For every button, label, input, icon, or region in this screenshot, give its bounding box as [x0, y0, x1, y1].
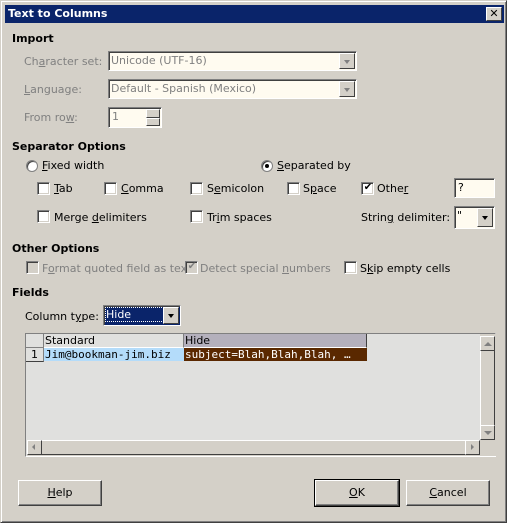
tab-checkbox[interactable]	[37, 182, 50, 195]
column-type-value: Hide	[104, 307, 173, 322]
vertical-scrollbar[interactable]	[480, 334, 496, 440]
other-delimiter-value: ?	[458, 181, 464, 194]
ok-button[interactable]: OK	[314, 479, 400, 507]
chevron-down-icon	[344, 88, 350, 92]
arrow-left-icon	[32, 444, 35, 450]
character-set-select[interactable]: Unicode (UTF-16)	[108, 51, 357, 71]
comma-label[interactable]: Comma	[121, 182, 164, 195]
from-row-label: From row:	[24, 111, 78, 124]
close-button[interactable]: ✕	[486, 7, 502, 21]
column-preview[interactable]: Standard Hide 1 Jim@bookman-jim.biz subj…	[25, 333, 496, 457]
language-dropdown-button[interactable]	[339, 81, 355, 97]
spin-up-button[interactable]	[146, 109, 160, 118]
row-number: 1	[26, 348, 44, 362]
other-label[interactable]: Other	[377, 182, 408, 195]
semicolon-checkbox[interactable]	[190, 182, 203, 195]
comma-checkbox[interactable]	[104, 182, 117, 195]
column-type-dropdown-button[interactable]	[163, 307, 179, 324]
space-checkbox[interactable]	[287, 182, 300, 195]
window-title: Text to Columns	[8, 7, 108, 20]
spin-down-button[interactable]	[146, 118, 160, 126]
from-row-value: 1	[112, 110, 119, 123]
language-select[interactable]: Default - Spanish (Mexico)	[108, 79, 357, 99]
scroll-right-button[interactable]	[465, 440, 480, 455]
skip-empty-cells-checkbox[interactable]	[344, 261, 357, 274]
from-row-spinner[interactable]: 1	[108, 107, 162, 128]
semicolon-label[interactable]: Semicolon	[207, 182, 264, 195]
text-to-columns-dialog: Text to Columns ✕ Import Character set: …	[0, 0, 507, 523]
scroll-left-button[interactable]	[27, 440, 42, 455]
horizontal-scrollbar[interactable]	[27, 440, 480, 456]
character-set-label: Character set:	[24, 55, 103, 68]
tab-label[interactable]: Tab	[54, 182, 73, 195]
separator-options-heading: Separator Options	[12, 140, 126, 153]
string-delimiter-label: String delimiter:	[361, 211, 451, 224]
chevron-down-icon	[344, 60, 350, 64]
space-label[interactable]: Space	[303, 182, 337, 195]
arrow-down-icon	[484, 431, 492, 435]
separated-by-radio[interactable]	[261, 160, 273, 172]
title-bar: Text to Columns ✕	[5, 5, 504, 23]
scroll-track-horizontal[interactable]	[42, 440, 465, 455]
language-value: Default - Spanish (Mexico)	[111, 82, 257, 95]
other-checkbox[interactable]: ✔	[361, 182, 374, 195]
fixed-width-label[interactable]: Fixed width	[42, 159, 104, 172]
other-options-heading: Other Options	[12, 242, 100, 255]
language-label: Language:	[24, 83, 83, 96]
trim-spaces-label[interactable]: Trim spaces	[207, 211, 272, 224]
chevron-down-icon	[168, 314, 174, 318]
merge-delimiters-label[interactable]: Merge delimiters	[54, 211, 147, 224]
scroll-track-vertical[interactable]	[480, 351, 495, 425]
fields-heading: Fields	[12, 286, 49, 299]
close-icon: ✕	[489, 7, 499, 20]
format-quoted-checkbox[interactable]	[26, 261, 39, 274]
chevron-down-icon	[482, 216, 488, 220]
character-set-dropdown-button[interactable]	[339, 53, 355, 69]
preview-cell-hide: subject=Blah,Blah,Blah, …	[184, 348, 367, 361]
merge-delimiters-checkbox[interactable]	[37, 210, 50, 223]
cancel-button[interactable]: Cancel	[406, 480, 490, 506]
arrow-up-icon	[484, 342, 492, 346]
checkmark-icon: ✔	[363, 182, 373, 193]
string-delimiter-select[interactable]: "	[454, 206, 495, 229]
preview-cell-standard: Jim@bookman-jim.biz	[44, 348, 184, 361]
import-heading: Import	[12, 32, 54, 45]
other-delimiter-input[interactable]: ?	[454, 178, 495, 198]
arrow-right-icon	[471, 444, 474, 450]
detect-special-numbers-checkbox[interactable]: ✔	[185, 261, 198, 274]
column-type-select[interactable]: Hide	[103, 305, 181, 326]
help-button[interactable]: Help	[18, 480, 102, 506]
column-header-standard[interactable]: Standard	[44, 334, 184, 348]
scroll-corner	[480, 440, 496, 456]
detect-special-numbers-label: Detect special numbers	[200, 262, 331, 275]
format-quoted-label: Format quoted field as text	[42, 262, 192, 275]
scroll-down-button[interactable]	[480, 425, 495, 440]
string-delimiter-dropdown-button[interactable]	[477, 208, 493, 227]
radio-selected-dot	[265, 164, 269, 168]
fixed-width-radio[interactable]	[26, 160, 38, 172]
separated-by-label[interactable]: Separated by	[277, 159, 351, 172]
string-delimiter-value: "	[457, 209, 463, 222]
checkmark-icon: ✔	[187, 261, 197, 272]
trim-spaces-checkbox[interactable]	[190, 210, 203, 223]
character-set-value: Unicode (UTF-16)	[111, 54, 207, 67]
skip-empty-cells-label[interactable]: Skip empty cells	[360, 262, 450, 275]
column-type-label: Column type:	[25, 310, 99, 323]
column-header-hide[interactable]: Hide	[184, 334, 367, 348]
corner-header	[26, 334, 44, 348]
scroll-up-button[interactable]	[480, 336, 495, 351]
